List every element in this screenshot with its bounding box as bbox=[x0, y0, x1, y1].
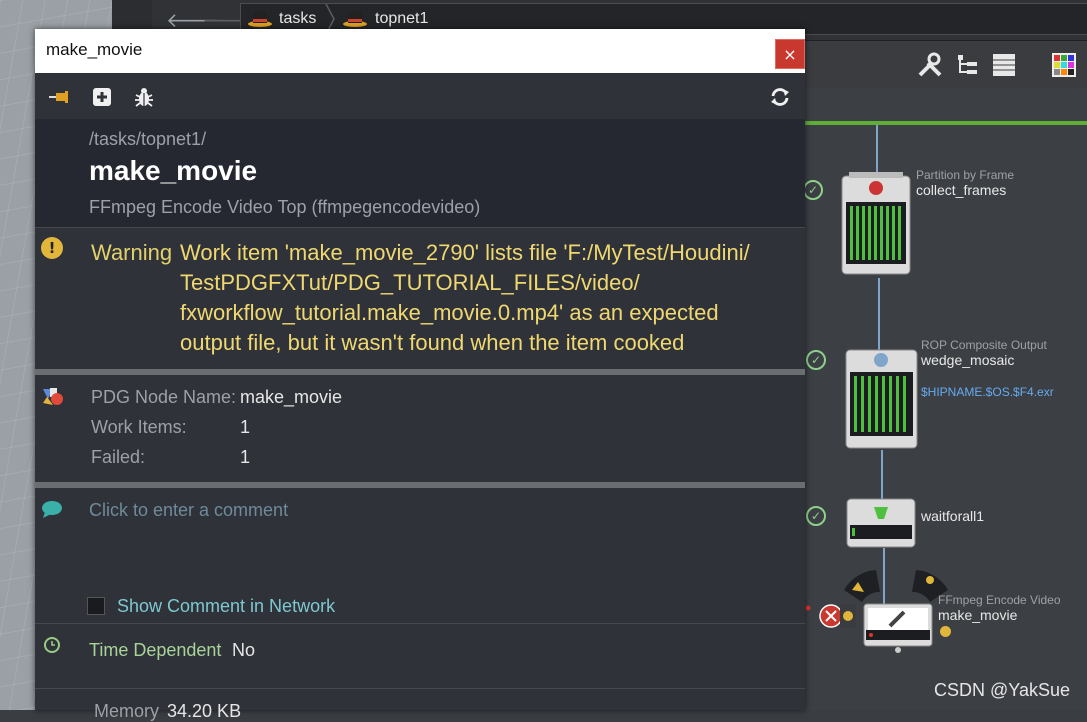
node-name: make_movie bbox=[89, 155, 258, 186]
failed-value: 1 bbox=[240, 447, 251, 467]
color-palette-icon[interactable] bbox=[1051, 52, 1077, 78]
forward-arrow-icon[interactable]: 🡒 bbox=[202, 9, 256, 31]
memory-key: Memory bbox=[94, 701, 160, 721]
add-icon[interactable] bbox=[91, 86, 113, 108]
close-button[interactable]: × bbox=[775, 39, 805, 69]
refresh-icon[interactable] bbox=[769, 86, 791, 108]
node-warning-icon bbox=[940, 626, 951, 637]
warning-message-line: output file, but it wasn't found when th… bbox=[180, 330, 685, 355]
node-wire bbox=[881, 450, 883, 500]
node-path: /tasks/topnet1/ bbox=[89, 129, 207, 149]
warning-message-line: fxworkflow_tutorial.make_movie.0.mp4' as… bbox=[180, 300, 719, 325]
node-type-label: FFmpeg Encode Video bbox=[938, 593, 1061, 607]
node-name-label[interactable]: collect_frames bbox=[916, 182, 1006, 198]
clock-icon bbox=[44, 637, 60, 653]
node-wire bbox=[878, 278, 880, 350]
node-collect-frames[interactable] bbox=[841, 172, 911, 277]
breadcrumb-topnet1[interactable]: topnet1 bbox=[375, 10, 428, 28]
back-arrow-icon[interactable]: 🡐 bbox=[166, 9, 220, 31]
pdg-node-name-value: make_movie bbox=[240, 387, 343, 407]
node-waitforall1[interactable] bbox=[846, 497, 916, 549]
tools-icon[interactable] bbox=[917, 52, 943, 78]
warning-message-line: Work item 'make_movie_2790' lists file '… bbox=[180, 240, 750, 265]
warning-section: ! Warning Work item 'make_movie_2790' li… bbox=[35, 228, 805, 368]
pdg-info-section: PDG Node Name: make_movie Work Items: 1 … bbox=[35, 375, 805, 481]
node-type-label: ROP Composite Output bbox=[921, 338, 1047, 352]
node-wire bbox=[876, 125, 878, 175]
watermark: CSDN @YakSue bbox=[934, 680, 1070, 700]
show-comment-label[interactable]: Show Comment in Network bbox=[117, 596, 335, 617]
node-type: FFmpeg Encode Video Top (ffmpegencodevid… bbox=[89, 197, 481, 217]
node-output-path: $HIPNAME.$OS.$F4.exr bbox=[921, 385, 1054, 399]
warning-icon: ! bbox=[41, 237, 63, 259]
node-make-movie-radial-menu[interactable] bbox=[806, 560, 956, 655]
cooked-check-icon: ✓ bbox=[806, 350, 826, 370]
pin-icon[interactable] bbox=[48, 86, 70, 108]
list-view-icon[interactable] bbox=[991, 52, 1017, 78]
comment-bubble-icon bbox=[42, 501, 62, 518]
memory-row: Memory 34.20 KB bbox=[94, 701, 241, 722]
comment-input[interactable] bbox=[89, 498, 789, 522]
cooked-check-icon: ✓ bbox=[803, 180, 823, 200]
work-items-key: Work Items: bbox=[91, 417, 187, 437]
top-hat-icon bbox=[343, 11, 367, 27]
window-title: make_movie bbox=[46, 40, 143, 59]
node-wedge-mosaic[interactable] bbox=[845, 348, 918, 450]
node-info-window: make_movie × /tasks/topnet1/ make_movie bbox=[35, 29, 805, 721]
tree-view-icon[interactable] bbox=[955, 52, 981, 78]
window-title-bar[interactable]: make_movie × bbox=[35, 29, 805, 73]
warning-label: Warning bbox=[91, 240, 173, 265]
node-name-label[interactable]: waitforall1 bbox=[921, 508, 984, 524]
warning-message-line: TestPDGFXTut/PDG_TUTORIAL_FILES/video/ bbox=[180, 270, 640, 295]
node-header: /tasks/topnet1/ make_movie FFmpeg Encode… bbox=[35, 119, 805, 228]
window-toolbar bbox=[35, 73, 805, 119]
network-toolbar bbox=[805, 42, 1087, 89]
pdg-shapes-icon bbox=[43, 388, 63, 405]
time-dependent-section: Time Dependent No bbox=[35, 623, 805, 689]
node-name-label[interactable]: make_movie bbox=[938, 607, 1017, 623]
time-dependent-value: No bbox=[232, 640, 256, 660]
work-items-value: 1 bbox=[240, 417, 251, 437]
breadcrumb-tasks[interactable]: tasks bbox=[279, 10, 316, 28]
show-comment-checkbox[interactable] bbox=[87, 597, 105, 615]
cooked-check-icon: ✓ bbox=[806, 506, 826, 526]
failed-key: Failed: bbox=[91, 447, 146, 467]
time-dependent-key: Time Dependent bbox=[89, 640, 222, 660]
node-name-label[interactable]: wedge_mosaic bbox=[921, 352, 1014, 368]
top-hat-icon bbox=[248, 11, 272, 27]
debug-bug-icon[interactable] bbox=[133, 86, 155, 108]
cook-progress-bar bbox=[805, 121, 1087, 125]
comment-section: Show Comment in Network bbox=[35, 488, 805, 622]
node-type-label: Partition by Frame bbox=[916, 168, 1015, 182]
pdg-node-name-key: PDG Node Name: bbox=[91, 387, 237, 407]
memory-value: 34.20 KB bbox=[167, 701, 242, 721]
